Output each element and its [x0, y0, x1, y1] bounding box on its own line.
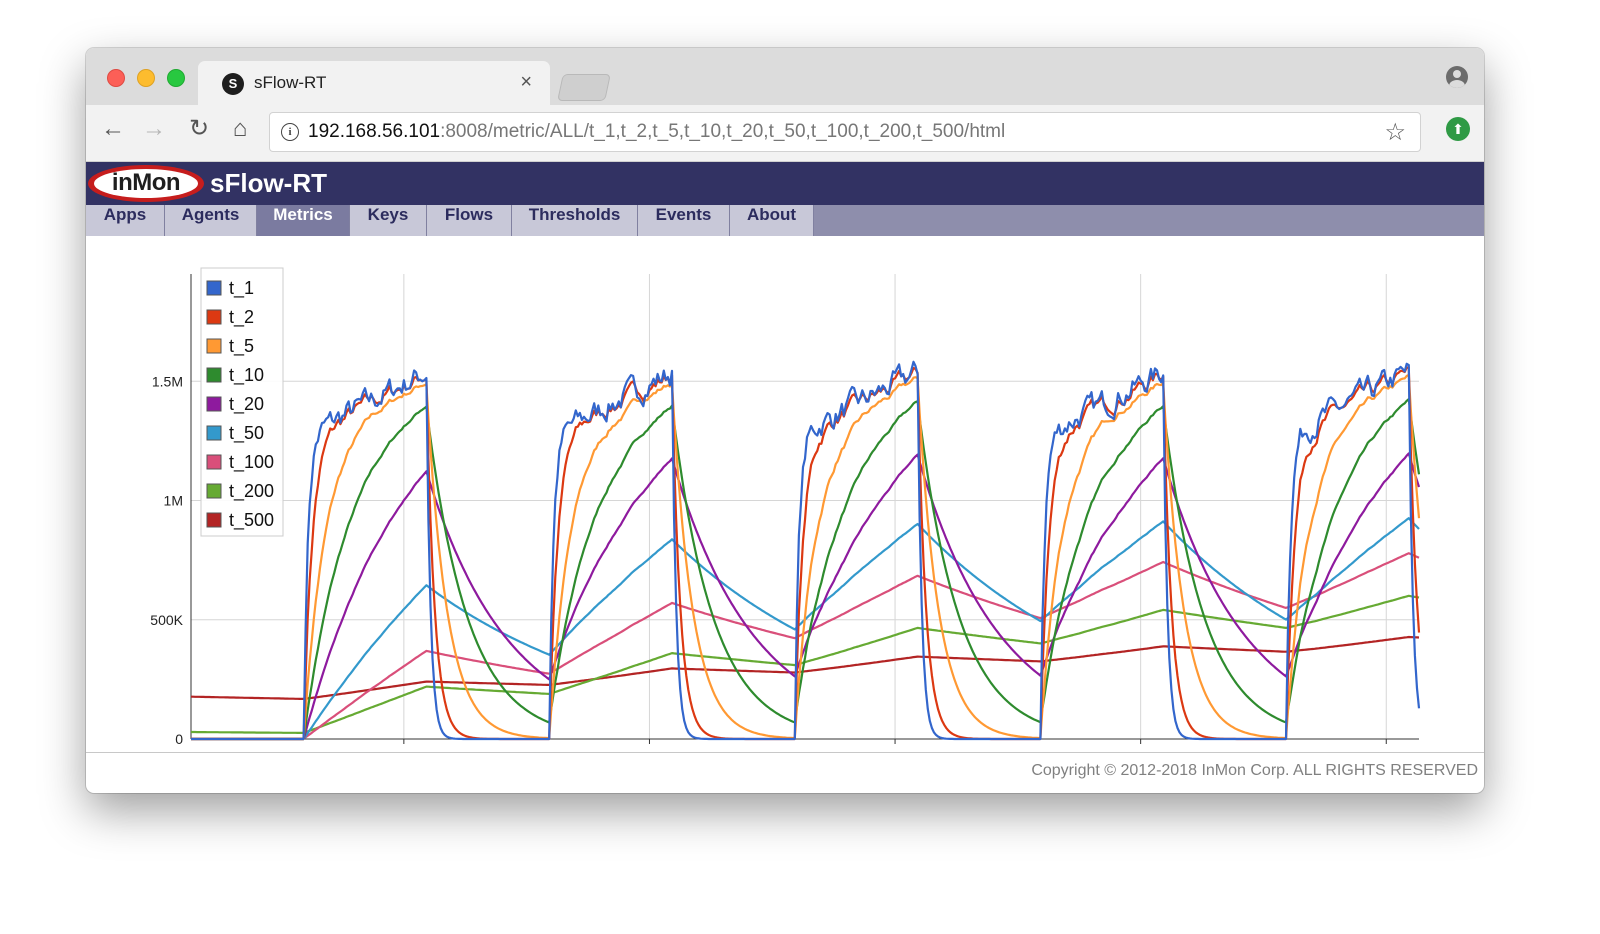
address-bar[interactable]: i 192.168.56.101:8008/metric/ALL/t_1,t_2… [269, 112, 1421, 152]
legend-label: t_50 [229, 423, 264, 444]
legend-swatch [206, 483, 222, 499]
copyright-text: Copyright © 2012-2018 InMon Corp. ALL RI… [1031, 762, 1478, 779]
browser-window: S sFlow-RT × ← → ↻ ⌂ i 192.168.56.101:80… [86, 48, 1484, 793]
legend-swatch [206, 280, 222, 296]
back-arrow-icon[interactable]: ← [98, 114, 128, 144]
y-tick-label: 0 [175, 731, 183, 747]
x-tick-label: 14:36:00 [1359, 750, 1414, 751]
profile-head-shape [1453, 70, 1461, 78]
app-header: inMon sFlow-RT [86, 162, 1484, 205]
menu-item-apps[interactable]: Apps [86, 205, 165, 236]
menu-item-thresholds[interactable]: Thresholds [512, 205, 638, 236]
legend-swatch [206, 425, 222, 441]
legend-label: t_200 [229, 481, 274, 502]
x-tick-label: 14:32:00 [377, 750, 432, 751]
legend-swatch [206, 512, 222, 528]
profile-icon[interactable] [1446, 66, 1468, 88]
legend-swatch [206, 338, 222, 354]
logo-text: inMon [94, 169, 198, 198]
zoom-window-button[interactable] [167, 69, 185, 87]
tab-close-icon[interactable]: × [520, 71, 532, 94]
legend-label: t_20 [229, 394, 264, 415]
y-tick-label: 1.5M [152, 373, 183, 389]
info-icon[interactable]: i [281, 123, 299, 141]
x-tick-label: 14:34:00 [868, 750, 923, 751]
forward-arrow-icon[interactable]: → [139, 114, 169, 144]
close-window-button[interactable] [107, 69, 125, 87]
url-path: :8008/metric/ALL/t_1,t_2,t_5,t_10,t_20,t… [440, 121, 1006, 142]
y-tick-label: 1M [164, 493, 183, 509]
url-text: 192.168.56.101:8008/metric/ALL/t_1,t_2,t… [308, 121, 1005, 143]
new-tab-button[interactable] [557, 74, 611, 101]
menu-item-keys[interactable]: Keys [350, 205, 427, 236]
browser-toolbar: ← → ↻ ⌂ i 192.168.56.101:8008/metric/ALL… [86, 105, 1484, 162]
legend-swatch [206, 367, 222, 383]
x-tick-label: 14:35:00 [1113, 750, 1168, 751]
bookmark-star-icon[interactable]: ☆ [1384, 118, 1406, 147]
minimize-window-button[interactable] [137, 69, 155, 87]
menu-item-events[interactable]: Events [638, 205, 730, 236]
inmon-logo: inMon [88, 165, 204, 202]
x-tick-label: 14:33:00 [622, 750, 677, 751]
legend-label: t_5 [229, 336, 254, 357]
url-host: 192.168.56.101 [308, 121, 441, 142]
menu-item-about[interactable]: About [730, 205, 814, 236]
menu-item-flows[interactable]: Flows [427, 205, 512, 236]
series-line-t-2 [191, 366, 1421, 741]
extension-update-icon[interactable]: ⬆ [1446, 117, 1470, 141]
menu-item-agents[interactable]: Agents [165, 205, 257, 236]
y-tick-label: 500K [150, 612, 183, 628]
legend-swatch [206, 454, 222, 470]
legend-swatch [206, 309, 222, 325]
browser-tab[interactable]: S sFlow-RT × [198, 61, 550, 105]
legend-label: t_10 [229, 365, 264, 386]
home-icon[interactable]: ⌂ [225, 114, 255, 144]
metrics-line-chart: 0 500K 1M 1.5M 14:32:00 14:33:00 14:34:00 14:35… [150, 267, 1421, 751]
menu-item-metrics[interactable]: Metrics [257, 205, 350, 236]
legend-label: t_1 [229, 278, 254, 299]
nav-menu: Apps Agents Metrics Keys Flows Threshold… [86, 205, 1484, 236]
footer-divider [86, 752, 1484, 753]
reload-icon[interactable]: ↻ [184, 114, 214, 144]
legend-swatch [206, 396, 222, 412]
series-line-t-20 [191, 452, 1421, 741]
sflow-favicon-icon: S [222, 73, 244, 95]
legend-label: t_500 [229, 510, 274, 531]
tab-bar: S sFlow-RT × [86, 48, 1484, 105]
series-line-t-5 [191, 373, 1421, 741]
legend-label: t_100 [229, 452, 274, 473]
app-title: sFlow-RT [210, 168, 327, 198]
tab-title: sFlow-RT [254, 73, 327, 92]
legend-label: t_2 [229, 307, 254, 328]
profile-body-shape [1449, 80, 1465, 88]
